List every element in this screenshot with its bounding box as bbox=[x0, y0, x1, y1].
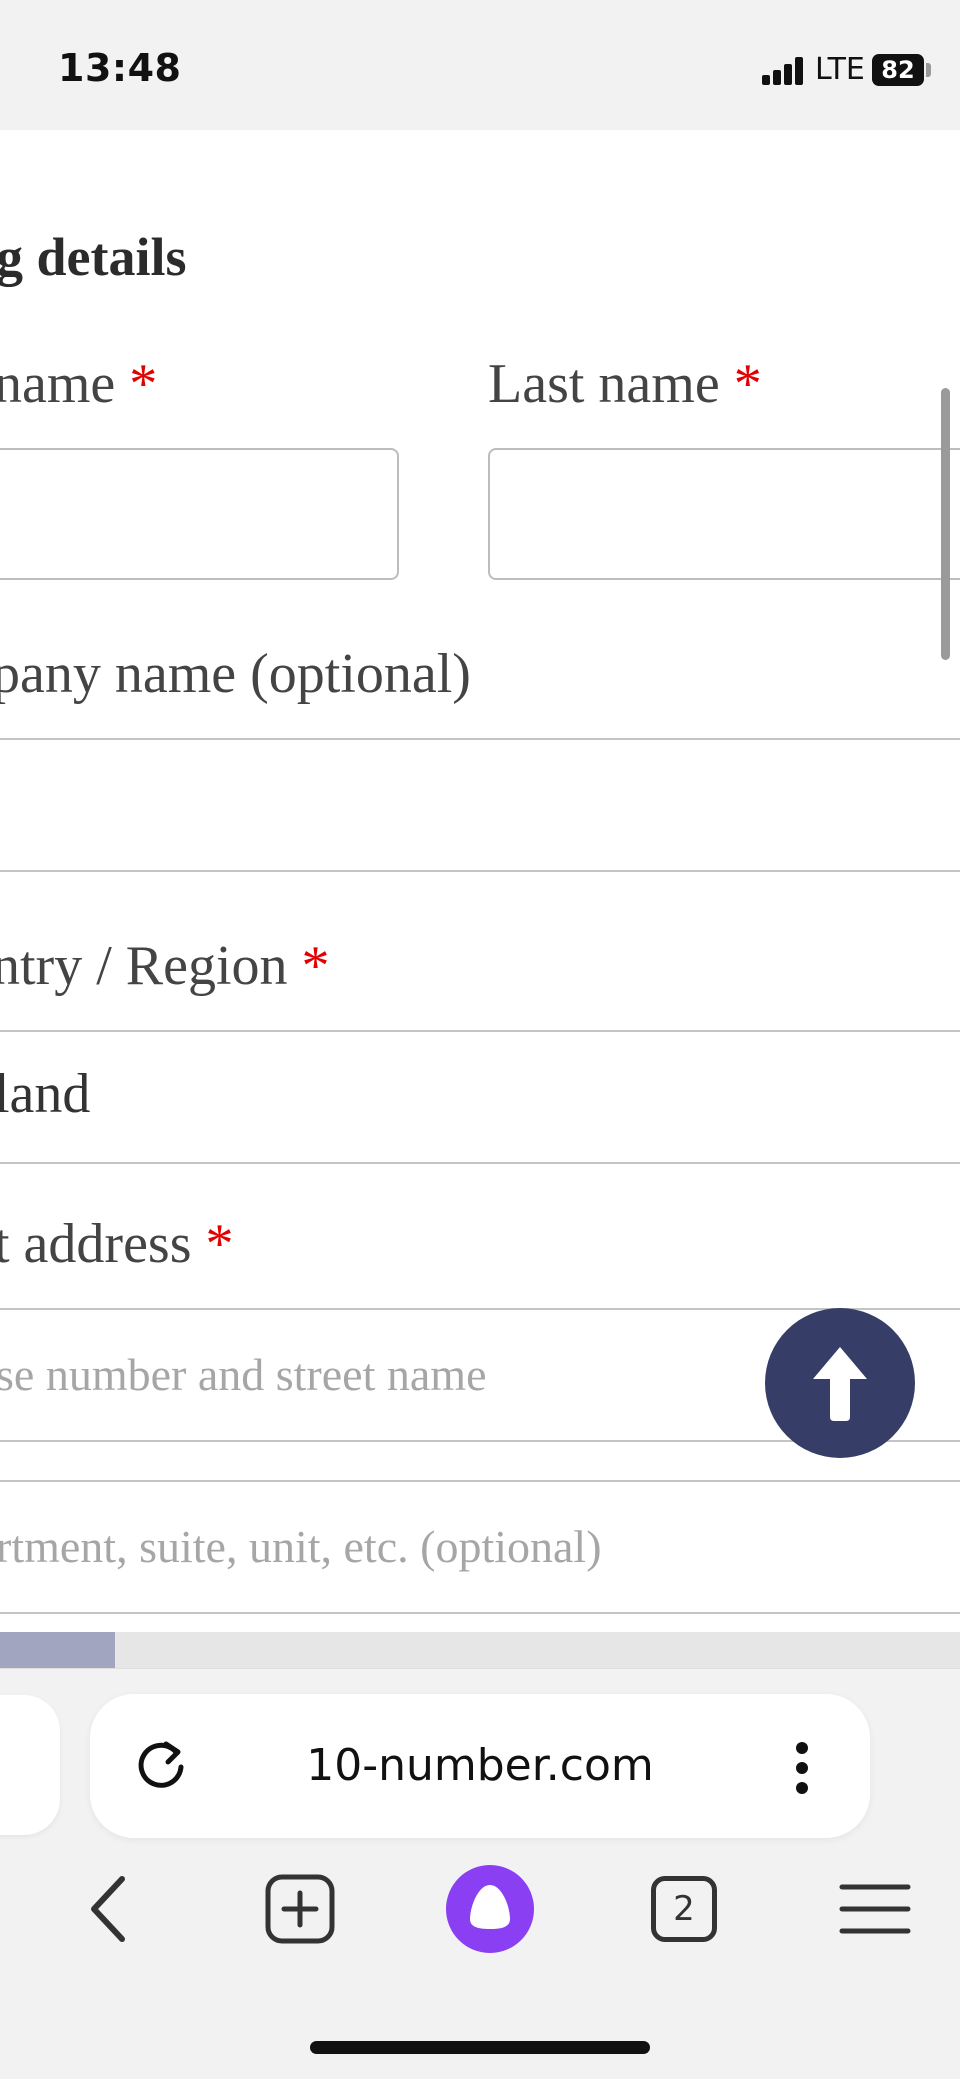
back-icon bbox=[91, 1876, 125, 1942]
menu-button[interactable] bbox=[825, 1859, 925, 1959]
first-name-label: name * bbox=[0, 353, 158, 415]
network-type: LTE bbox=[815, 52, 865, 87]
first-name-input[interactable] bbox=[0, 448, 399, 580]
street-address-input[interactable]: se number and street name bbox=[0, 1348, 486, 1401]
arrow-up-icon bbox=[813, 1347, 867, 1421]
page-scrollbar[interactable] bbox=[941, 388, 950, 660]
apartment-input[interactable]: rtment, suite, unit, etc. (optional) bbox=[0, 1520, 602, 1573]
last-name-input[interactable] bbox=[488, 448, 960, 580]
company-name-label: pany name (optional) bbox=[0, 643, 471, 705]
previous-tab-card[interactable] bbox=[0, 1695, 60, 1835]
street-address-label: t address * bbox=[0, 1213, 234, 1275]
home-indicator bbox=[310, 2041, 650, 2054]
url-text[interactable]: 10-number.com bbox=[220, 1694, 740, 1838]
country-region-label: ntry / Region * bbox=[0, 935, 330, 997]
alice-assistant-button[interactable] bbox=[440, 1859, 540, 1959]
alice-assistant-icon bbox=[446, 1865, 534, 1953]
required-asterisk: * bbox=[129, 353, 158, 415]
required-asterisk: * bbox=[301, 935, 330, 997]
page-load-progress bbox=[0, 1632, 960, 1668]
address-bar[interactable]: 10-number.com bbox=[90, 1694, 870, 1838]
progress-fill bbox=[0, 1632, 116, 1668]
battery-tip bbox=[926, 63, 931, 77]
status-time: 13:48 bbox=[58, 46, 182, 90]
back-to-top-button[interactable] bbox=[765, 1308, 915, 1458]
tabs-icon: 2 bbox=[651, 1876, 717, 1942]
country-select[interactable]: land bbox=[0, 1062, 90, 1126]
back-button[interactable] bbox=[58, 1859, 158, 1959]
last-name-label: Last name * bbox=[488, 353, 762, 415]
battery-icon: 82 bbox=[872, 54, 924, 86]
status-bar: 13:48 LTE 82 bbox=[0, 0, 960, 130]
tabs-button[interactable]: 2 bbox=[634, 1859, 734, 1959]
signal-icon bbox=[762, 57, 806, 85]
company-name-input[interactable] bbox=[0, 740, 960, 870]
reload-icon[interactable] bbox=[132, 1738, 190, 1796]
browser-toolbar: 10-number.com 2 bbox=[0, 1668, 960, 2079]
required-asterisk: * bbox=[733, 353, 762, 415]
menu-icon bbox=[839, 1884, 911, 1934]
more-icon[interactable] bbox=[790, 1738, 814, 1798]
new-tab-icon bbox=[265, 1874, 335, 1944]
required-asterisk: * bbox=[205, 1213, 234, 1275]
new-tab-button[interactable] bbox=[250, 1859, 350, 1959]
billing-details-heading: g details bbox=[0, 227, 187, 287]
page-content: g details name * Last name * pany name (op… bbox=[0, 130, 960, 1632]
